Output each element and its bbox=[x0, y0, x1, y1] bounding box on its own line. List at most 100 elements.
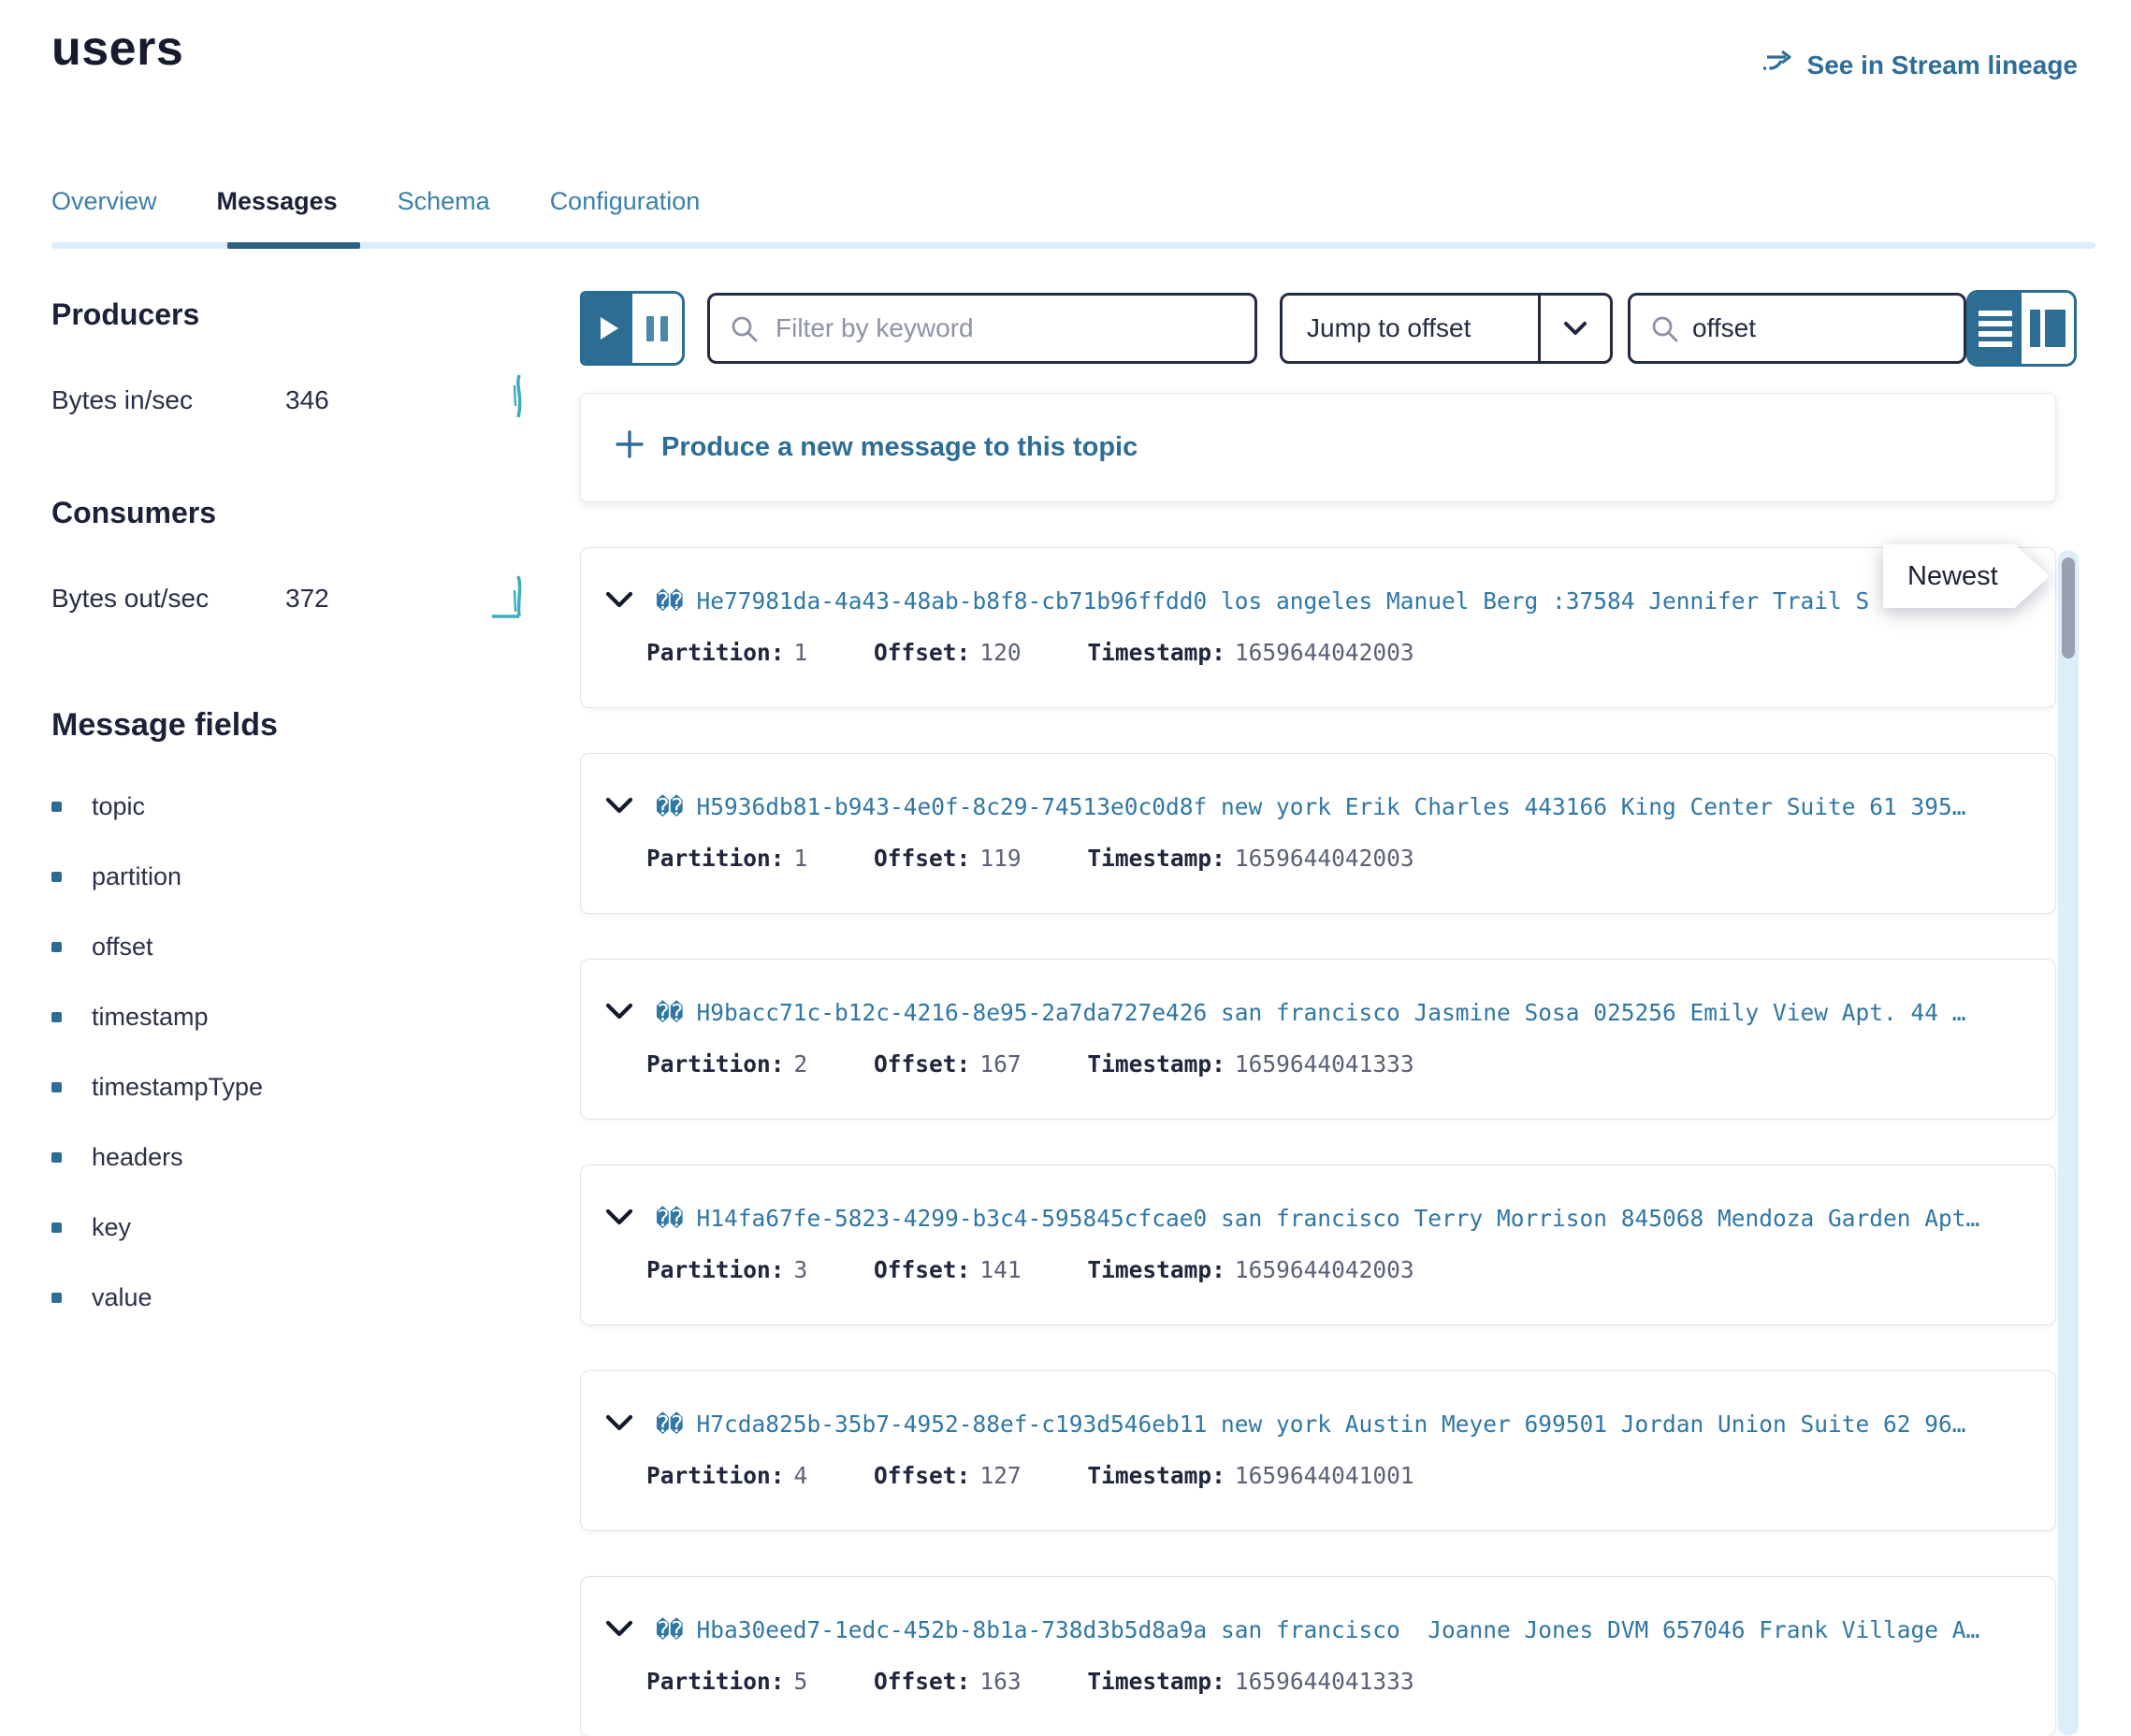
field-item-timestamp[interactable]: timestamp bbox=[51, 1003, 533, 1032]
message-row[interactable]: �� H14fa67fe-5823-4299-b3c4-595845cfcae0… bbox=[580, 1165, 2056, 1325]
timestamp-label: Timestamp: bbox=[1087, 639, 1225, 666]
field-item-key[interactable]: key bbox=[51, 1213, 533, 1242]
offset-search-input[interactable] bbox=[1631, 295, 1964, 362]
offset-value: 120 bbox=[979, 639, 1021, 666]
stream-lineage-icon bbox=[1761, 49, 1796, 81]
timestamp-value: 1659644042003 bbox=[1235, 1256, 1414, 1283]
message-row[interactable]: �� H5936db81-b943-4e0f-8c29-74513e0c0d8f… bbox=[580, 753, 2056, 914]
play-icon bbox=[601, 317, 618, 340]
bytes-out-value: 372 bbox=[285, 584, 329, 614]
timestamp-label: Timestamp: bbox=[1087, 1668, 1225, 1695]
field-label: topic bbox=[92, 792, 145, 821]
message-row[interactable]: �� H9bacc71c-b12c-4216-8e95-2a7da727e426… bbox=[580, 959, 2056, 1120]
message-key: H9bacc71c-b12c-4216-8e95-2a7da727e426 sa… bbox=[697, 999, 2018, 1026]
message-key: H5936db81-b943-4e0f-8c29-74513e0c0d8f ne… bbox=[697, 793, 2018, 820]
message-row[interactable]: �� H7cda825b-35b7-4952-88ef-c193d546eb11… bbox=[580, 1370, 2056, 1531]
field-item-headers[interactable]: headers bbox=[51, 1143, 533, 1172]
tab-configuration[interactable]: Configuration bbox=[550, 187, 701, 242]
field-label: timestampType bbox=[92, 1073, 263, 1102]
view-mode-toggle bbox=[1966, 290, 2077, 367]
bullet-icon bbox=[51, 1012, 62, 1022]
field-label: key bbox=[92, 1213, 131, 1242]
partition-value: 4 bbox=[794, 1462, 808, 1489]
jump-to-offset-select[interactable]: Jump to offset bbox=[1280, 293, 1613, 364]
bytes-out-sparkline bbox=[490, 570, 533, 627]
message-row[interactable]: �� He77981da-4a43-48ab-b8f8-cb71b96ffdd0… bbox=[580, 547, 2056, 708]
column-view-button[interactable] bbox=[2022, 293, 2074, 364]
partition-value: 3 bbox=[794, 1256, 808, 1283]
bullet-icon bbox=[51, 1082, 62, 1092]
offset-label: Offset: bbox=[874, 1050, 970, 1078]
stream-lineage-link[interactable]: See in Stream lineage bbox=[1761, 49, 2078, 81]
bytes-out-metric: Bytes out/sec 372 bbox=[51, 570, 533, 627]
field-label: headers bbox=[92, 1143, 183, 1172]
timestamp-label: Timestamp: bbox=[1087, 1050, 1225, 1078]
bullet-icon bbox=[51, 802, 62, 812]
tab-schema[interactable]: Schema bbox=[398, 187, 490, 242]
scrollbar-thumb[interactable] bbox=[2062, 557, 2075, 658]
pause-icon bbox=[646, 316, 654, 341]
message-fields-list: topic partition offset timestamp timesta… bbox=[51, 792, 533, 1312]
tab-bar: Overview Messages Schema Configuration bbox=[51, 187, 2095, 249]
bullet-icon bbox=[51, 1293, 62, 1303]
play-button[interactable] bbox=[583, 294, 632, 363]
tab-underline bbox=[51, 242, 2095, 249]
pause-button[interactable] bbox=[632, 294, 682, 363]
search-icon bbox=[1651, 315, 1679, 348]
offset-value: 141 bbox=[979, 1256, 1021, 1283]
message-list: �� He77981da-4a43-48ab-b8f8-cb71b96ffdd0… bbox=[580, 547, 2056, 1736]
field-label: timestamp bbox=[92, 1003, 209, 1032]
timestamp-label: Timestamp: bbox=[1087, 1462, 1225, 1489]
bullet-icon bbox=[51, 1222, 62, 1233]
partition-value: 1 bbox=[794, 639, 808, 666]
partition-label: Partition: bbox=[646, 1256, 785, 1283]
field-item-topic[interactable]: topic bbox=[51, 792, 533, 821]
offset-label: Offset: bbox=[874, 1668, 970, 1695]
plus-icon bbox=[615, 429, 645, 467]
partition-label: Partition: bbox=[646, 1462, 785, 1489]
field-item-timestamptype[interactable]: timestampType bbox=[51, 1073, 533, 1102]
field-item-partition[interactable]: partition bbox=[51, 862, 533, 891]
tab-messages[interactable]: Messages bbox=[217, 187, 338, 242]
timestamp-value: 1659644041001 bbox=[1235, 1462, 1414, 1489]
message-fields-heading: Message fields bbox=[51, 707, 533, 744]
chevron-down-icon bbox=[1538, 296, 1610, 361]
chevron-down-icon[interactable] bbox=[605, 1414, 633, 1437]
timestamp-label: Timestamp: bbox=[1087, 1256, 1225, 1283]
timestamp-value: 1659644042003 bbox=[1235, 639, 1414, 666]
newest-tooltip-label: Newest bbox=[1907, 561, 1998, 592]
offset-label: Offset: bbox=[874, 1256, 970, 1283]
bytes-in-metric: Bytes in/sec 346 bbox=[51, 371, 533, 428]
bullet-icon bbox=[51, 872, 62, 882]
list-view-button[interactable] bbox=[1969, 293, 2022, 364]
produce-message-button[interactable]: Produce a new message to this topic bbox=[580, 393, 2056, 502]
column-view-icon bbox=[2030, 310, 2040, 347]
message-key: He77981da-4a43-48ab-b8f8-cb71b96ffdd0 lo… bbox=[697, 587, 2018, 615]
field-item-offset[interactable]: offset bbox=[51, 933, 533, 962]
scrollbar-track[interactable] bbox=[2058, 550, 2079, 1736]
messages-toolbar: Jump to offset bbox=[580, 293, 2077, 364]
produce-message-label: Produce a new message to this topic bbox=[661, 432, 1138, 463]
partition-value: 5 bbox=[794, 1668, 808, 1695]
active-tab-indicator bbox=[227, 242, 360, 249]
chevron-down-icon[interactable] bbox=[605, 591, 633, 614]
offset-value: 163 bbox=[979, 1668, 1021, 1695]
chevron-down-icon[interactable] bbox=[605, 1003, 633, 1025]
newest-tooltip: Newest bbox=[1883, 544, 2050, 608]
chevron-down-icon[interactable] bbox=[605, 1208, 633, 1231]
replacement-char-glyphs: �� bbox=[656, 1205, 684, 1232]
field-item-value[interactable]: value bbox=[51, 1283, 533, 1312]
chevron-down-icon[interactable] bbox=[605, 797, 633, 819]
keyword-filter-input[interactable] bbox=[710, 295, 1254, 362]
replacement-char-glyphs: �� bbox=[656, 999, 684, 1026]
bullet-icon bbox=[51, 942, 62, 952]
tab-overview[interactable]: Overview bbox=[51, 187, 157, 242]
pause-icon bbox=[660, 316, 668, 341]
message-key: H14fa67fe-5823-4299-b3c4-595845cfcae0 sa… bbox=[697, 1205, 2018, 1232]
chevron-down-icon[interactable] bbox=[605, 1620, 633, 1642]
bytes-out-label: Bytes out/sec bbox=[51, 584, 285, 614]
message-row[interactable]: �� Hba30eed7-1edc-452b-8b1a-738d3b5d8a9a… bbox=[580, 1576, 2056, 1736]
jump-to-offset-value: Jump to offset bbox=[1283, 313, 1538, 343]
sidebar: Producers Bytes in/sec 346 Consumers Byt… bbox=[51, 297, 533, 1312]
field-label: offset bbox=[92, 933, 153, 962]
